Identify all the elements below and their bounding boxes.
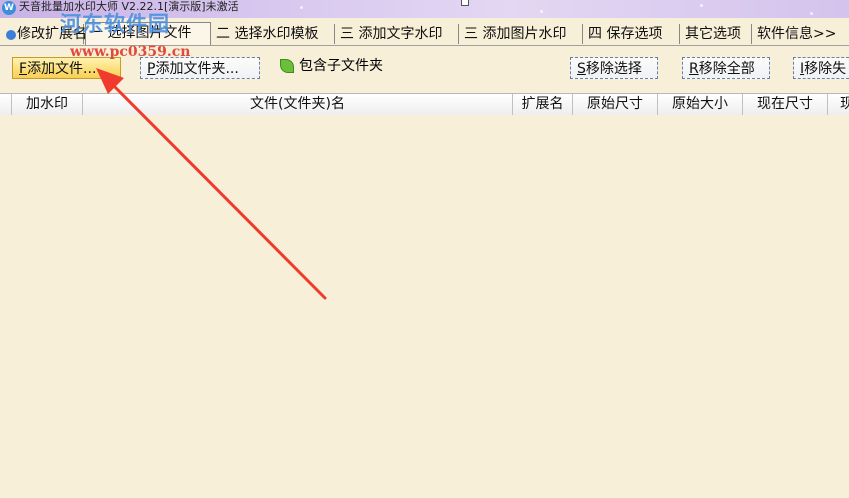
app-logo-icon: W <box>2 1 16 15</box>
title-notch-icon <box>461 0 469 6</box>
tab-label: 四 保存选项 <box>588 26 663 42</box>
include-subfolders-checkbox[interactable]: 包含子文件夹 <box>280 56 383 76</box>
column-header-current-size[interactable]: 现 <box>828 94 849 115</box>
sparkle-decoration <box>810 12 813 15</box>
add-folder-button[interactable]: P添加文件夹... <box>140 57 260 79</box>
add-file-label: 添加文件... <box>27 61 97 77</box>
column-header-original-size[interactable]: 原始大小 <box>658 94 743 115</box>
tab-label: 三 添加图片水印 <box>464 26 567 42</box>
sparkle-decoration <box>300 6 303 9</box>
column-header-extension[interactable]: 扩展名 <box>513 94 573 115</box>
leaf-icon <box>280 59 294 73</box>
tab-label: 其它选项 <box>685 26 741 42</box>
add-file-button[interactable]: F添加文件... <box>12 57 121 79</box>
remove-all-label: 移除全部 <box>698 61 755 77</box>
tab-other-options[interactable]: 其它选项 <box>682 24 752 44</box>
remove-selected-shortcut: S <box>577 61 586 77</box>
remove-selected-label: 移除选择 <box>585 61 642 77</box>
tab-bullet-icon <box>6 30 16 40</box>
add-file-shortcut: F <box>19 61 28 77</box>
remove-all-button[interactable]: R移除全部 <box>682 57 770 79</box>
file-list[interactable] <box>0 115 849 498</box>
row-indicator-column <box>0 94 12 115</box>
site-watermark: 河东软件园 <box>60 11 170 36</box>
sparkle-decoration <box>540 10 543 13</box>
column-header-filename[interactable]: 文件(文件夹)名 <box>83 94 513 115</box>
column-header-watermark[interactable]: 加水印 <box>12 94 83 115</box>
tab-image-watermark[interactable]: 三 添加图片水印 <box>461 24 583 44</box>
remove-watermarked-label: 移除失 <box>804 61 847 77</box>
tab-label: 二 选择水印模板 <box>216 26 319 42</box>
remove-all-shortcut: R <box>689 61 699 77</box>
tab-label: 软件信息>> <box>757 26 837 42</box>
tab-text-watermark[interactable]: 三 添加文字水印 <box>337 24 459 44</box>
tab-watermark-template[interactable]: 二 选择水印模板 <box>213 24 335 44</box>
column-header-current-dimensions[interactable]: 现在尺寸 <box>743 94 828 115</box>
file-list-header: 加水印 文件(文件夹)名 扩展名 原始尺寸 原始大小 现在尺寸 现 <box>0 93 849 116</box>
remove-watermarked-button[interactable]: I移除失 <box>793 57 849 79</box>
site-watermark-url: www.pc0359.cn <box>70 44 191 60</box>
tab-label: 三 添加文字水印 <box>340 26 443 42</box>
add-folder-label: 添加文件夹... <box>155 61 239 77</box>
column-header-original-dimensions[interactable]: 原始尺寸 <box>573 94 658 115</box>
tab-software-info[interactable]: 软件信息>> <box>754 24 846 44</box>
remove-selected-button[interactable]: S移除选择 <box>570 57 658 79</box>
include-subfolders-label: 包含子文件夹 <box>299 58 383 74</box>
sparkle-decoration <box>700 4 703 7</box>
tab-save-options[interactable]: 四 保存选项 <box>585 24 680 44</box>
